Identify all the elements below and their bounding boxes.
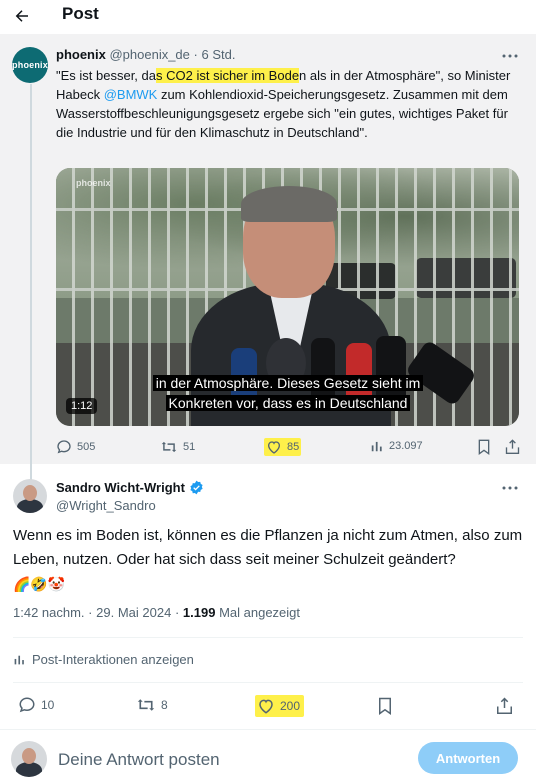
author-handle[interactable]: @phoenix_de — [109, 47, 189, 62]
reply-input[interactable]: Deine Antwort posten — [58, 750, 220, 770]
share-button[interactable] — [496, 696, 513, 714]
reply-post-text: Wenn es im Boden ist, können es die Pfla… — [13, 524, 523, 597]
post-time[interactable]: 1:42 nachm. — [13, 605, 85, 620]
separator: · — [88, 605, 93, 620]
header: Post — [0, 0, 559, 34]
post-date[interactable]: 29. Mai 2024 — [96, 605, 171, 620]
author-avatar[interactable] — [13, 479, 47, 513]
person-hair — [241, 186, 337, 222]
user-avatar[interactable] — [11, 741, 47, 777]
repost-count: 51 — [183, 441, 196, 453]
repost-count: 8 — [161, 698, 168, 712]
avatar[interactable]: phoenix — [12, 47, 48, 83]
like-button[interactable]: 85 — [266, 439, 299, 455]
repost-icon — [161, 441, 177, 453]
more-options-button[interactable] — [500, 49, 520, 63]
like-count: 85 — [287, 441, 300, 453]
subtitle-text: Konkreten vor, dass es in Deutschland — [165, 395, 411, 411]
author-name[interactable]: phoenix — [56, 47, 106, 62]
video-player[interactable]: phoenix in der Atmosphäre. Dieses Gesetz… — [56, 168, 519, 426]
video-duration: 1:12 — [66, 398, 98, 414]
reply-author-name-row[interactable]: Sandro Wicht-Wright — [56, 480, 204, 495]
verified-badge-icon — [190, 480, 203, 495]
repost-button[interactable]: 51 — [160, 439, 195, 455]
share-icon — [505, 439, 520, 454]
video-watermark: phoenix — [76, 178, 111, 188]
views-count: 1.199 — [182, 605, 216, 620]
more-options-button[interactable] — [500, 481, 520, 495]
bookmark-icon — [379, 697, 391, 715]
repost-button[interactable]: 8 — [136, 696, 168, 714]
divider — [13, 682, 523, 683]
highlighted-text: s CO2 ist sicher im Bode — [156, 68, 300, 83]
avatar-face — [23, 485, 37, 501]
divider — [13, 637, 523, 638]
reply-count: 10 — [41, 698, 55, 712]
post-interactions-link[interactable]: Post-Interaktionen anzeigen — [13, 652, 194, 667]
views-button[interactable]: 23.097 — [370, 439, 423, 453]
avatar-face — [22, 748, 36, 764]
bookmark-button[interactable] — [377, 697, 393, 715]
author-name[interactable]: Sandro Wicht-Wright — [56, 480, 185, 495]
avatar-figure — [17, 499, 43, 513]
divider — [0, 729, 536, 730]
reply-count: 505 — [77, 441, 96, 453]
video-subtitle-line: Konkreten vor, dass es in Deutschland — [140, 394, 436, 413]
quoted-post-text: "Es ist besser, das CO2 ist sicher im Bo… — [56, 66, 521, 142]
subtitle-text: in der Atmosphäre. Dieses Gesetz sieht i… — [152, 375, 424, 391]
heart-icon — [259, 699, 273, 714]
avatar-logo-text: phoenix — [12, 60, 48, 70]
reply-button[interactable]: 505 — [56, 439, 95, 455]
share-icon — [497, 697, 512, 714]
like-button[interactable]: 200 — [257, 697, 300, 715]
repost-icon — [137, 699, 155, 711]
interactions-label: Post-Interaktionen anzeigen — [32, 652, 194, 667]
post-time[interactable]: 6 Std. — [202, 47, 236, 62]
post-meta: 1:42 nachm. · 29. Mai 2024 · 1.199 Mal a… — [13, 605, 300, 620]
reply-submit-button[interactable]: Antworten — [418, 742, 518, 774]
avatar-figure — [16, 762, 42, 777]
back-button[interactable] — [10, 4, 34, 28]
like-count: 200 — [280, 699, 301, 713]
analytics-icon — [371, 441, 382, 452]
thread-line — [30, 84, 32, 480]
text-segment: "Es ist besser, da — [56, 68, 156, 83]
more-horizontal-icon — [502, 486, 518, 490]
reply-icon — [57, 440, 71, 454]
separator: · — [193, 47, 198, 62]
page-title: Post — [62, 4, 99, 23]
share-button[interactable] — [505, 438, 520, 454]
emoji-sequence: 🌈🤣🤡 — [13, 576, 66, 592]
reply-icon — [19, 697, 35, 713]
bookmark-icon — [478, 439, 490, 455]
quoted-post-header: phoenix @phoenix_de · 6 Std. — [56, 47, 235, 62]
reply-button[interactable]: 10 — [18, 696, 54, 714]
bookmark-button[interactable] — [477, 439, 491, 455]
views-label: Mal angezeigt — [219, 605, 301, 620]
more-horizontal-icon — [502, 54, 518, 58]
separator: · — [174, 605, 180, 620]
mention-link[interactable]: @BMWK — [104, 87, 158, 102]
view-count: 23.097 — [389, 440, 423, 452]
author-handle[interactable]: @Wright_Sandro — [56, 498, 156, 513]
heart-icon — [267, 441, 281, 454]
analytics-icon — [14, 655, 24, 665]
post-body: Wenn es im Boden ist, können es die Pfla… — [13, 527, 523, 568]
video-subtitle-line: in der Atmosphäre. Dieses Gesetz sieht i… — [140, 374, 436, 393]
arrow-left-icon — [15, 10, 28, 22]
